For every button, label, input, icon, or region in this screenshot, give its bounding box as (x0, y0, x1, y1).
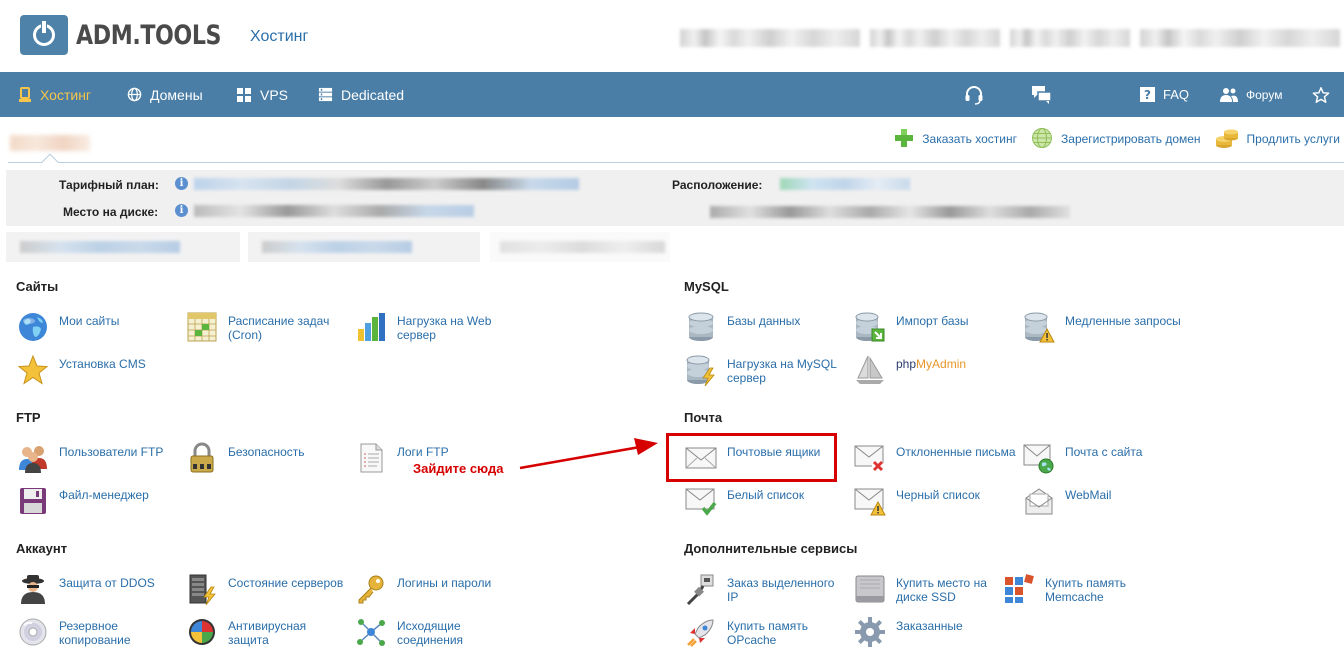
annotation-arrow (519, 438, 658, 470)
annotation-text: Зайдите сюда (413, 461, 504, 476)
